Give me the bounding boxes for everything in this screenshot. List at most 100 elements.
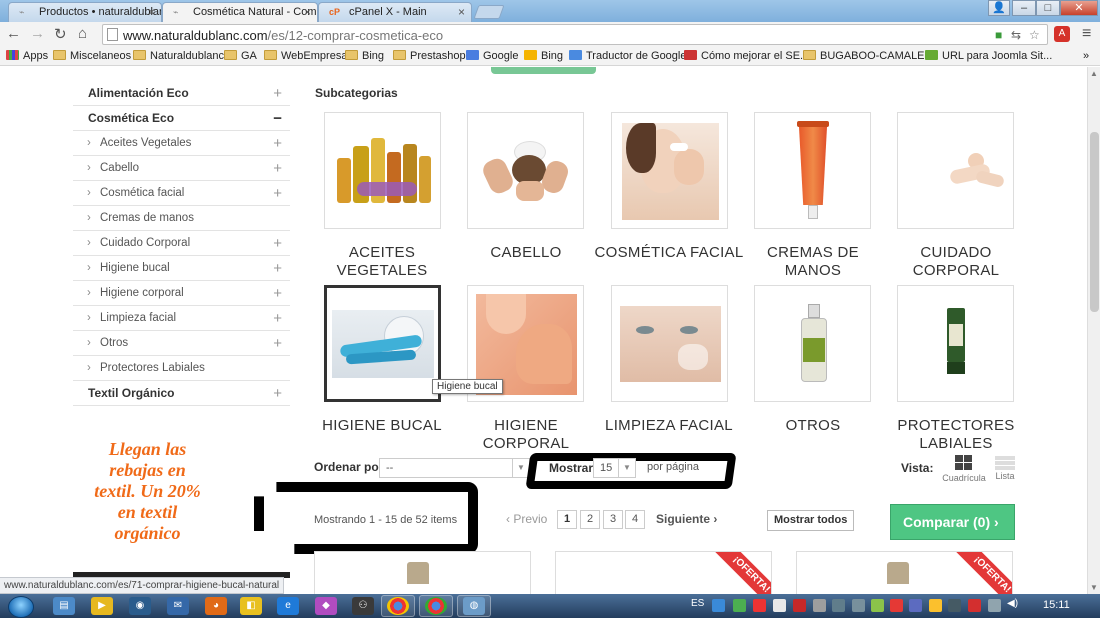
show-all-button[interactable]: Mostrar todos [767,510,855,531]
browser-tab-cpanel[interactable]: cP cPanel X - Main × [318,2,472,22]
page-1-button[interactable]: 1 [557,510,577,529]
page-4-button[interactable]: 4 [625,510,645,529]
acrobat-extension-icon[interactable]: A [1054,26,1070,42]
scroll-thumb[interactable] [1090,132,1099,312]
expand-plus-icon[interactable]: + [273,306,282,331]
translate-icon[interactable]: ⇆ [1011,28,1021,42]
per-page-select[interactable]: 15 ▼ [593,458,636,478]
window-close-button[interactable]: ✕ [1060,0,1098,16]
subcategory-tile-protectores-labiales[interactable] [897,285,1014,402]
profile-icon[interactable]: 👤 [988,0,1010,16]
bookmark-folder[interactable]: Prestashop [393,50,466,62]
subcategory-protectores-labiales[interactable]: › Protectores Labiales [73,356,290,381]
bookmark-folder[interactable]: GA [224,50,257,62]
sort-select[interactable]: -- ▼ [379,458,530,478]
explorer-icon[interactable]: ▤ [53,597,75,615]
browser-tab-cosmetica[interactable]: ⌁ Cosmética Natural - Comp × [162,2,318,22]
subcategory-label-cosmetica-facial[interactable]: COSMÉTICA FACIAL [594,244,744,262]
maximize-button[interactable]: □ [1036,0,1060,16]
mail-icon[interactable]: ✉ [167,597,189,615]
expand-plus-icon[interactable]: + [273,281,282,306]
app-icon[interactable]: ◆ [315,597,337,615]
subcategory-tile-higiene-bucal[interactable] [324,285,441,402]
bookmark-joomla[interactable]: URL para Joomla Sit... [925,50,1052,62]
tray-icon[interactable] [948,599,961,612]
network-icon[interactable] [988,599,1001,612]
subcategory-label-cabello[interactable]: CABELLO [451,244,601,262]
home-icon[interactable]: ⌂ [78,25,87,42]
subcategory-tile-cosmetica-facial[interactable] [611,112,728,229]
tray-icon[interactable] [832,599,845,612]
page-2-button[interactable]: 2 [580,510,600,529]
subcategory-cremas-de-manos[interactable]: › Cremas de manos [73,206,290,231]
back-arrow-icon[interactable]: ← [6,25,21,42]
bookmark-star-icon[interactable]: ☆ [1029,28,1040,42]
tray-icon[interactable] [773,599,786,612]
new-tab-button[interactable] [473,5,505,19]
tray-icon[interactable] [909,599,922,612]
category-cosmetica-eco[interactable]: Cosmética Eco − [73,106,290,131]
next-page-link[interactable]: Siguiente › [656,512,717,526]
expand-plus-icon[interactable]: + [273,331,282,356]
acrobat-tray-icon[interactable] [793,599,806,612]
subcategory-label-aceites[interactable]: ACEITES VEGETALES [307,244,457,280]
subcategory-label-higiene-bucal[interactable]: HIGIENE BUCAL [307,417,457,435]
firefox-icon[interactable]: ◕ [205,597,227,615]
subcategory-label-protectores-labiales[interactable]: PROTECTORES LABIALES [881,417,1031,453]
tab-close-icon[interactable]: × [458,5,465,19]
subcategory-higiene-bucal[interactable]: › Higiene bucal + [73,256,290,281]
extension-green-icon[interactable]: ■ [995,28,1002,42]
collapse-minus-icon[interactable]: − [273,106,282,131]
prev-page-link[interactable]: ‹ Previo [506,512,547,526]
subcategory-tile-otros[interactable] [754,285,871,402]
bookmark-bing[interactable]: Bing [524,50,563,62]
subcategory-label-limpieza-facial[interactable]: LIMPIEZA FACIAL [594,417,744,435]
app-icon[interactable]: ◧ [240,597,262,615]
subcategory-cabello[interactable]: › Cabello + [73,156,290,181]
tray-icon[interactable] [890,599,903,612]
tray-icon[interactable] [929,599,942,612]
subcategory-limpieza-facial[interactable]: › Limpieza facial + [73,306,290,331]
subcategory-otros[interactable]: › Otros + [73,331,290,356]
tray-icon[interactable] [852,599,865,612]
expand-plus-icon[interactable]: + [273,231,282,256]
subcategory-cuidado-corporal[interactable]: › Cuidado Corporal + [73,231,290,256]
bookmark-google[interactable]: Google [466,50,518,62]
expand-plus-icon[interactable]: + [273,381,282,406]
chrome-menu-icon[interactable]: ≡ [1082,25,1091,43]
green-button-edge[interactable] [491,67,596,74]
reload-icon[interactable]: ↻ [54,25,67,43]
language-indicator[interactable]: ES [691,598,704,609]
media-player-icon[interactable]: ▶ [91,597,113,615]
scroll-up-icon[interactable]: ▲ [1090,69,1098,78]
tray-icon[interactable] [733,599,746,612]
tray-icon[interactable] [712,599,725,612]
view-grid-button[interactable]: Cuadrícula [942,455,986,483]
page-scrollbar[interactable]: ▲ ▼ [1087,67,1100,594]
bookmark-translate[interactable]: Traductor de Google [569,50,686,62]
compare-button[interactable]: Comparar (0) › [890,504,1015,540]
expand-plus-icon[interactable]: + [273,131,282,156]
address-bar[interactable]: www.naturaldublanc.com/es/12-comprar-cos… [102,24,1048,45]
internet-explorer-icon[interactable]: e [277,597,299,615]
minimize-button[interactable]: ‒ [1012,0,1036,16]
view-list-button[interactable]: Lista [990,456,1020,481]
product-card[interactable]: ¡OFERTA! [555,551,772,594]
taskbar-clock[interactable]: 15:11 [1043,599,1070,611]
category-alimentacion-eco[interactable]: Alimentación Eco + [73,81,290,106]
bookmark-bugaboo[interactable]: BUGABOO-CAMALE... [803,50,934,62]
subcategory-tile-limpieza-facial[interactable] [611,285,728,402]
product-card[interactable]: ¡OFERTA! [796,551,1013,594]
app-icon[interactable]: ◉ [129,597,151,615]
browser-tab-productos[interactable]: ⌁ Productos • naturaldublar × [8,2,162,22]
subcategory-higiene-corporal[interactable]: › Higiene corporal + [73,281,290,306]
bookmark-folder[interactable]: Naturaldublanc [133,50,224,62]
expand-plus-icon[interactable]: + [273,256,282,281]
bookmark-folder[interactable]: Miscelaneos [53,50,131,62]
sale-promo-banner[interactable]: Llegan las rebajas en textil. Un 20% en … [90,439,205,544]
tray-icon[interactable] [968,599,981,612]
bookmarks-overflow-icon[interactable]: » [1083,50,1089,62]
expand-plus-icon[interactable]: + [273,156,282,181]
expand-plus-icon[interactable]: + [273,181,282,206]
scroll-down-icon[interactable]: ▼ [1090,583,1098,592]
